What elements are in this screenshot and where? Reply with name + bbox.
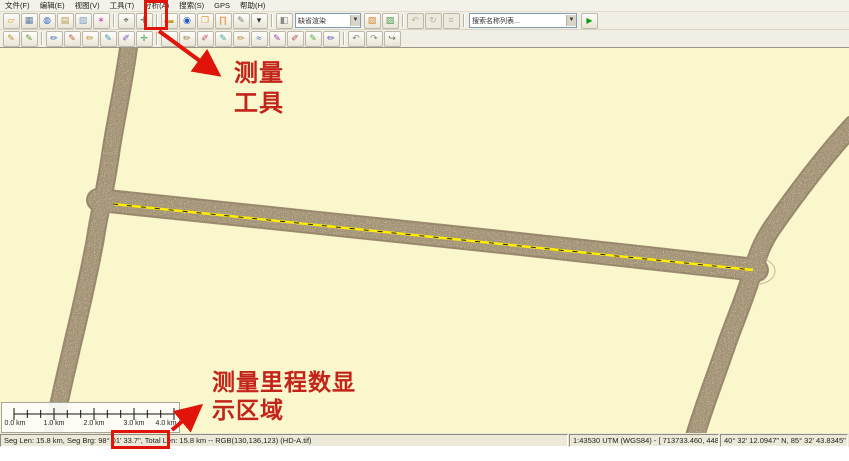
scale-label-4: 4.0 km xyxy=(155,420,176,427)
scale-bar-ticks xyxy=(2,403,177,432)
toolbar-separator xyxy=(41,32,42,45)
map-viewport[interactable]: 0.0 km 1.0 km 2.0 km 3.0 km 4.0 km xyxy=(0,47,849,433)
trace-feature-button[interactable]: ✎ xyxy=(269,31,286,47)
toolbar-separator xyxy=(402,14,403,27)
map-canvas xyxy=(0,48,849,433)
terrain-shader-button[interactable]: ▧ xyxy=(364,13,381,29)
online-data-button[interactable]: ◍ xyxy=(39,13,56,29)
toolbar-separator xyxy=(271,14,272,27)
join-lines-button[interactable]: ✏ xyxy=(233,31,250,47)
vector-shader-button[interactable]: ▨ xyxy=(382,13,399,29)
scale-label-0: 0.0 km xyxy=(4,420,25,427)
pan-tool-button[interactable]: ✛ xyxy=(136,13,153,29)
export-data-button[interactable]: ▧ xyxy=(75,13,92,29)
undo-edit-button[interactable]: ↶ xyxy=(348,31,365,47)
menu-item-gps[interactable]: GPS xyxy=(209,1,235,10)
paste-feature-button[interactable]: ✏ xyxy=(323,31,340,47)
control-center-button[interactable]: ❒ xyxy=(197,13,214,29)
open-data-button[interactable]: ▤ xyxy=(57,13,74,29)
measure-tool-button[interactable]: ▬ xyxy=(161,13,178,29)
view-list-button[interactable]: ≡ xyxy=(443,13,460,29)
create-point-button[interactable]: ✏ xyxy=(46,31,63,47)
feature-info-button[interactable]: ◉ xyxy=(179,13,196,29)
toolbar-separator xyxy=(156,14,157,27)
scale-label-2: 2.0 km xyxy=(83,420,104,427)
repeat-view-button[interactable]: ↻ xyxy=(425,13,442,29)
smooth-line-button[interactable]: ≈ xyxy=(251,31,268,47)
menu-item-view[interactable]: 视图(V) xyxy=(70,0,105,11)
path-profile-button[interactable]: ∏ xyxy=(215,13,232,29)
toolbar-separator xyxy=(113,14,114,27)
scale-label-1: 1.0 km xyxy=(43,420,64,427)
create-text-button[interactable]: ✎ xyxy=(100,31,117,47)
redo-edit-button[interactable]: ↷ xyxy=(366,31,383,47)
rotate-feature-button[interactable]: ✏ xyxy=(179,31,196,47)
status-latlon: 40° 32' 12.0947" N, 85° 32' 43.8345" E xyxy=(720,434,848,447)
search-go-button[interactable]: ▶ xyxy=(581,13,598,29)
create-area-button[interactable]: ✎ xyxy=(3,31,20,47)
erase-feature-button[interactable]: ✐ xyxy=(287,31,304,47)
toolbar-separator xyxy=(343,32,344,45)
snap-tool-button[interactable]: ✛ xyxy=(136,31,153,47)
move-feature-button[interactable]: ✎ xyxy=(161,31,178,47)
measure-line xyxy=(113,204,753,270)
create-buffer-button[interactable]: ✏ xyxy=(82,31,99,47)
status-bar: Seg Len: 15.8 km, Seg Brg: 98° 01' 33.7"… xyxy=(0,433,849,447)
zoom-tool-button[interactable]: ⌖ xyxy=(118,13,135,29)
status-measure-readout: Seg Len: 15.8 km, Seg Brg: 98° 01' 33.7"… xyxy=(0,434,568,447)
cancel-edit-button[interactable]: ↪ xyxy=(384,31,401,47)
digitizer-toolbar: ✎✎✏✎✏✎✐✛✎✏✐✎✏≈✎✐✎✏↶↷↪ xyxy=(0,30,849,48)
chevron-down-icon: ▼ xyxy=(350,15,360,26)
main-toolbar: ▱▦◍▤▧✶⌖✛▬◉❒∏✎▾◧缺省渲染▼▧▨↶↻≡搜索名称列表...▼▶ xyxy=(0,12,849,30)
road-texture xyxy=(53,48,849,433)
toolbar-separator xyxy=(463,14,464,27)
open-file-button[interactable]: ▱ xyxy=(3,13,20,29)
menu-item-file[interactable]: 文件(F) xyxy=(0,0,35,11)
render-mode-combo-value: 缺省渲染 xyxy=(298,16,326,26)
menu-item-edit[interactable]: 编辑(E) xyxy=(35,0,70,11)
scale-feature-button[interactable]: ✐ xyxy=(197,31,214,47)
menu-item-analysis[interactable]: 分析(A) xyxy=(139,0,174,11)
previous-view-button[interactable]: ↶ xyxy=(407,13,424,29)
menu-item-help[interactable]: 帮助(H) xyxy=(235,0,270,11)
create-range-ring-button[interactable]: ✎ xyxy=(64,31,81,47)
menu-item-search[interactable]: 搜索(S) xyxy=(174,0,209,11)
status-scale-projection: 1:43530 UTM (WGS84) - [ 713733.460, 4486… xyxy=(569,434,719,447)
render-mode-combo[interactable]: 缺省渲染 ▼ xyxy=(295,13,361,28)
create-line-button[interactable]: ✎ xyxy=(21,31,38,47)
menubar: 文件(F)编辑(E)视图(V)工具(T)分析(A)搜索(S)GPS帮助(H) xyxy=(0,0,849,12)
favorites-button[interactable]: ✶ xyxy=(93,13,110,29)
split-line-button[interactable]: ✎ xyxy=(215,31,232,47)
scale-bar: 0.0 km 1.0 km 2.0 km 3.0 km 4.0 km xyxy=(1,402,180,433)
application-window: 文件(F)编辑(E)视图(V)工具(T)分析(A)搜索(S)GPS帮助(H) ▱… xyxy=(0,0,849,461)
more-tools-dropdown[interactable]: ▾ xyxy=(251,13,268,29)
menu-item-tools[interactable]: 工具(T) xyxy=(105,0,140,11)
toolbar-separator xyxy=(156,32,157,45)
chevron-down-icon: ▼ xyxy=(566,15,576,26)
digitizer-button[interactable]: ✎ xyxy=(233,13,250,29)
vertex-edit-button[interactable]: ✐ xyxy=(118,31,135,47)
save-workspace-button[interactable]: ▦ xyxy=(21,13,38,29)
copy-feature-button[interactable]: ✎ xyxy=(305,31,322,47)
scale-label-3: 3.0 km xyxy=(123,420,144,427)
lock-views-button[interactable]: ◧ xyxy=(276,13,293,29)
search-name-combo[interactable]: 搜索名称列表... ▼ xyxy=(469,13,577,28)
search-name-combo-value: 搜索名称列表... xyxy=(472,16,520,26)
